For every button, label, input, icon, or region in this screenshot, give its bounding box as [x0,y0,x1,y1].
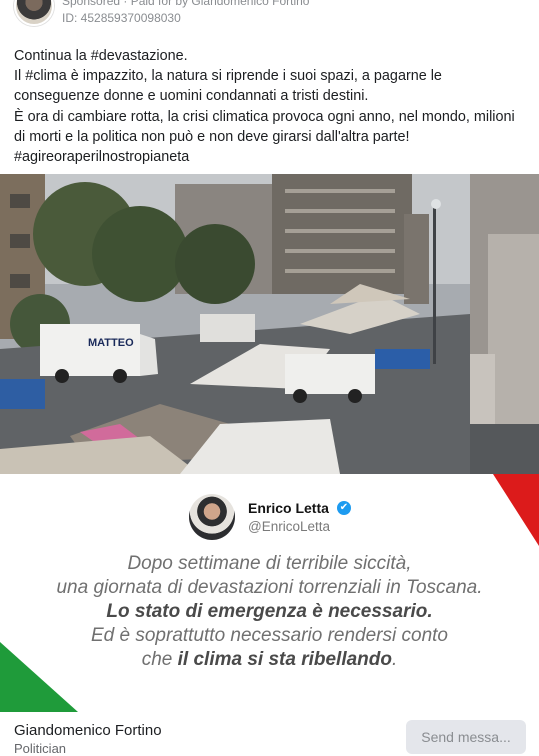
storm-damage-photo[interactable]: MATTEO [0,174,539,474]
tweet-quote-card[interactable]: Enrico Letta ✔ @EnricoLetta Dopo settima… [0,474,539,712]
ad-header: Sponsored · Paid for by Giandomenico For… [0,0,539,32]
quote-period: . [392,649,398,670]
quote-line: Dopo settimane di terribile siccità, [127,553,412,574]
post-line: Continua la #devastazione. [14,48,188,64]
verified-badge-icon: ✔ [337,501,351,515]
post-line-hashtag: #agireoraperilnostropianeta [14,149,190,166]
quote-line: una giornata di devastazioni torrenziali… [56,577,483,598]
post-line: È ora di cambiare rotta, la crisi climat… [14,108,515,145]
page-name-link[interactable]: Giandomenico Fortino [14,722,162,739]
sponsor-line: Sponsored · Paid for by Giandomenico For… [62,0,310,8]
van-lettering: MATTEO [88,337,134,349]
tweet-author-name: Enrico Letta [248,500,329,516]
tweet-quote: Dopo settimane di terribile siccità, una… [0,552,539,672]
quote-text: che [141,649,178,670]
quote-line-bold: Lo stato di emergenza è necessario. [106,601,433,622]
post-body: Continua la #devastazione. Il #clima è i… [14,46,524,167]
quote-line-mixed: che il clima si sta ribellando. [0,648,539,672]
flag-red-corner [493,474,539,546]
page-avatar[interactable] [14,0,54,26]
quote-bold-text: il clima si sta ribellando [177,649,392,670]
post-line: Il #clima è impazzito, la natura si ripr… [14,68,442,105]
quote-line: Ed è soprattutto necessario rendersi con… [91,625,448,646]
storm-scene: MATTEO [0,174,539,474]
tweet-handle: @EnricoLetta [248,519,330,534]
tweet-avatar [189,494,235,540]
ad-id: ID: 452859370098030 [62,11,181,25]
